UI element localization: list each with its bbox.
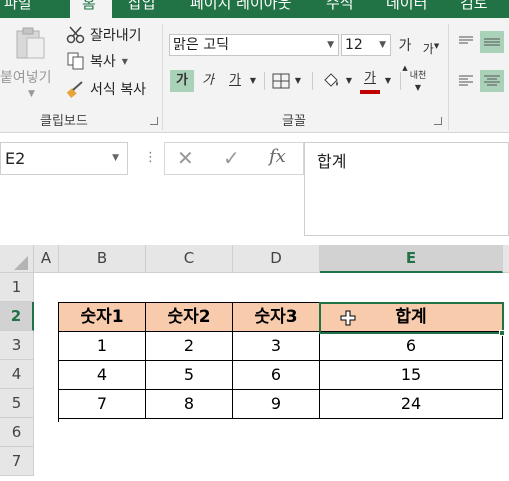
underline-dropdown-icon[interactable]: ▼ <box>248 70 258 92</box>
column-header-b[interactable]: B <box>59 245 146 273</box>
table-cell-d4[interactable]: 6 <box>233 361 320 390</box>
underline-button[interactable]: 가 <box>224 70 246 92</box>
insert-function-button[interactable]: fx <box>269 146 286 167</box>
fill-color-dropdown-icon[interactable]: ▼ <box>344 70 354 92</box>
formula-bar-buttons: ✕ ✓ fx <box>164 142 304 175</box>
scissors-icon <box>66 26 85 44</box>
fill-color-icon[interactable] <box>320 70 342 92</box>
font-launcher-icon[interactable] <box>434 117 442 125</box>
grow-font-label: 가 <box>398 38 412 54</box>
tab-formulas[interactable]: 수식 <box>326 0 354 18</box>
name-box[interactable]: E2 ▼ <box>0 142 128 175</box>
borders-icon[interactable] <box>272 73 290 89</box>
align-top-icon[interactable] <box>456 31 476 53</box>
enter-icon[interactable]: ✓ <box>223 146 240 170</box>
tab-file[interactable]: 파일 <box>0 0 60 18</box>
row-header-3[interactable]: 3 <box>0 331 34 360</box>
table-cell-e3[interactable]: 6 <box>320 332 503 361</box>
row-header-5[interactable]: 5 <box>0 389 34 418</box>
table-cell-c5[interactable]: 8 <box>146 390 233 419</box>
header-cell-d2[interactable]: 숫자3 <box>233 303 320 332</box>
font-color-label: 가 <box>364 71 376 86</box>
table-cell-c4[interactable]: 5 <box>146 361 233 390</box>
group-divider <box>162 24 163 130</box>
column-header-a[interactable]: A <box>34 245 59 273</box>
bold-button[interactable]: 가 <box>170 70 194 92</box>
column-header-f[interactable] <box>503 245 509 273</box>
toolbar-divider <box>264 72 265 90</box>
cut-label: 잘라내기 <box>90 28 142 44</box>
name-box-value: E2 <box>5 149 26 168</box>
toolbar-divider <box>400 72 401 90</box>
font-color-dropdown-icon[interactable]: ▼ <box>383 70 393 92</box>
select-all-icon <box>14 256 28 270</box>
ribbon: 붙여넣기 ▼ 잘라내기 복사 ▼ 서식 복사 클립보드 맑은 고딕 ▼ 12 ▼… <box>0 18 509 133</box>
ribbon-tab-bar: 파일 홈 삽입 페이지 레이아웃 수식 데이터 검토 <box>0 0 509 18</box>
column-header-e[interactable]: E <box>320 245 503 273</box>
grow-font-button[interactable]: 가▲ <box>396 35 414 72</box>
table-cell-e4[interactable]: 15 <box>320 361 503 390</box>
chevron-down-icon: ▼ <box>379 40 386 50</box>
tab-data[interactable]: 데이터 <box>386 0 427 18</box>
cell-cursor-icon <box>340 310 356 326</box>
tab-insert[interactable]: 삽입 <box>128 0 156 18</box>
copy-dropdown-icon[interactable]: ▼ <box>122 57 128 66</box>
row-header-2[interactable]: 2 <box>0 302 34 331</box>
paste-dropdown-icon[interactable]: ▼ <box>28 89 35 99</box>
shrink-font-button[interactable]: 가▼ <box>422 35 440 57</box>
table-cell-b5[interactable]: 7 <box>59 390 146 419</box>
row-header-6[interactable]: 6 <box>0 418 34 447</box>
align-center-icon[interactable] <box>480 70 504 92</box>
paste-icon <box>16 27 45 59</box>
phonetic-guide-button[interactable]: 내천 ▼ <box>404 70 432 92</box>
tab-home[interactable]: 홈 <box>70 0 112 18</box>
paste-label: 붙여넣기 <box>0 70 52 86</box>
fill-handle[interactable] <box>499 330 505 336</box>
formula-input[interactable]: 합계 <box>304 142 509 236</box>
borders-dropdown-icon[interactable]: ▼ <box>293 70 303 92</box>
tab-page-layout[interactable]: 페이지 레이아웃 <box>190 0 291 18</box>
phonetic-guide-label: 내천 <box>409 71 427 81</box>
align-middle-icon[interactable] <box>480 31 504 53</box>
cut-button[interactable]: 잘라내기 <box>66 24 142 46</box>
table-cell-d3[interactable]: 3 <box>233 332 320 361</box>
table-cell-b3[interactable]: 1 <box>59 332 146 361</box>
chevron-down-icon: ▼ <box>327 40 334 50</box>
formula-bar-grip-icon[interactable]: ⋮ <box>144 150 157 165</box>
chevron-down-icon: ▼ <box>112 153 119 163</box>
align-left-icon[interactable] <box>456 70 476 92</box>
format-painter-button[interactable]: 서식 복사 <box>66 78 146 100</box>
toolbar-divider <box>312 72 313 90</box>
copy-button[interactable]: 복사 ▼ <box>66 50 128 72</box>
font-name-select[interactable]: 맑은 고딕 ▼ <box>169 34 339 56</box>
font-name-value: 맑은 고딕 <box>173 37 229 53</box>
column-header-c[interactable]: C <box>146 245 233 273</box>
column-header-d[interactable]: D <box>233 245 320 273</box>
font-color-button[interactable]: 가 <box>360 68 380 90</box>
format-painter-label: 서식 복사 <box>90 82 146 98</box>
table-cell-c3[interactable]: 2 <box>146 332 233 361</box>
header-cell-b2[interactable]: 숫자1 <box>59 303 146 332</box>
clipboard-launcher-icon[interactable] <box>150 117 158 125</box>
font-group-label: 글꼴 <box>282 114 306 129</box>
row-header-1[interactable]: 1 <box>0 273 34 302</box>
copy-label: 복사 <box>90 54 116 70</box>
font-size-value: 12 <box>345 37 363 53</box>
table-cell-b4[interactable]: 4 <box>59 361 146 390</box>
table-cell-d5[interactable]: 9 <box>233 390 320 419</box>
header-cell-c2[interactable]: 숫자2 <box>146 303 233 332</box>
format-painter-icon <box>66 81 83 98</box>
font-color-swatch <box>360 90 380 94</box>
group-divider <box>448 24 449 130</box>
italic-button[interactable]: 가 <box>198 70 218 92</box>
copy-icon <box>67 52 84 70</box>
tab-review[interactable]: 검토 <box>460 0 488 18</box>
row-header-7[interactable]: 7 <box>0 447 34 476</box>
font-size-select[interactable]: 12 ▼ <box>341 34 391 56</box>
cancel-icon[interactable]: ✕ <box>177 146 194 170</box>
table-cell-e5[interactable]: 24 <box>320 390 503 419</box>
shrink-font-label: 가 <box>422 42 434 56</box>
row-header-4[interactable]: 4 <box>0 360 34 389</box>
clipboard-group-label: 클립보드 <box>40 114 88 129</box>
